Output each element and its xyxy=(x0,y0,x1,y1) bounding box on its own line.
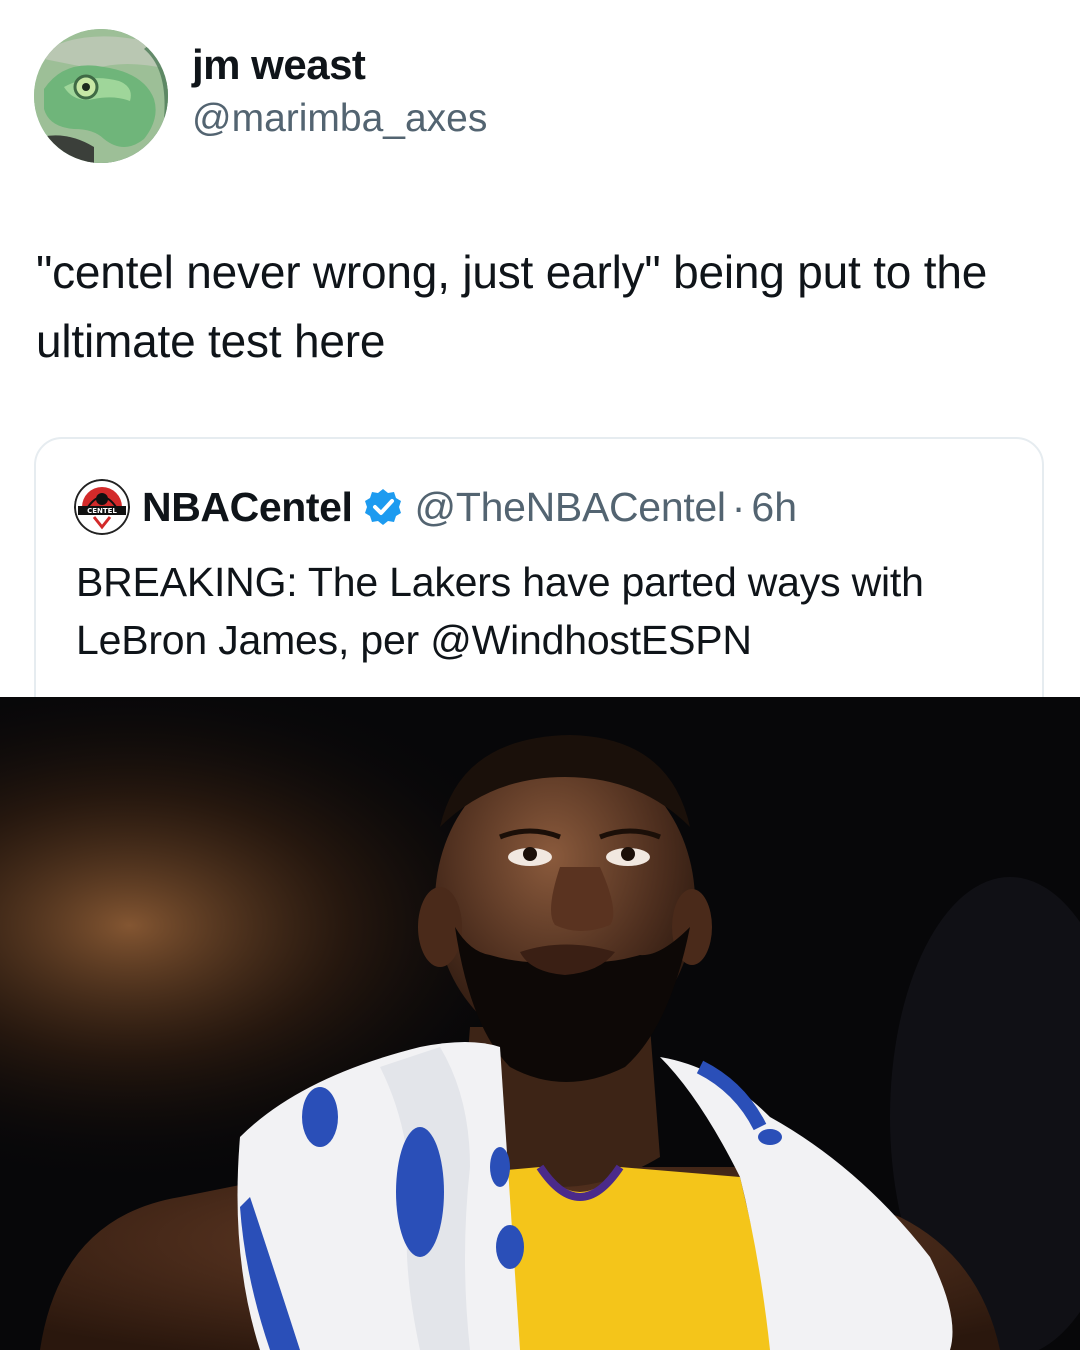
player-photo[interactable] xyxy=(0,697,1080,1350)
author-handle[interactable]: @marimba_axes xyxy=(192,95,487,143)
tweet-text: "centel never wrong, just early" being p… xyxy=(36,246,988,367)
verified-badge-icon xyxy=(364,489,401,525)
quoted-timestamp[interactable]: 6h xyxy=(751,484,797,531)
player-photo-illustration xyxy=(0,697,1080,1350)
author-avatar[interactable] xyxy=(34,29,168,163)
centel-logo-text: CENTEL xyxy=(87,507,117,515)
quoted-display-name[interactable]: NBACentel xyxy=(142,484,353,531)
quoted-tweet-text: BREAKING: The Lakers have parted ways wi… xyxy=(76,559,924,663)
author-display-name[interactable]: jm weast xyxy=(192,41,487,89)
chameleon-avatar-icon xyxy=(34,29,168,163)
separator-dot: · xyxy=(731,483,746,530)
centel-logo-icon[interactable]: CENTEL xyxy=(74,479,130,535)
quoted-tweet-header: CENTEL NBACentel @TheNBACentel · 6h xyxy=(74,479,797,535)
quoted-handle[interactable]: @TheNBACentel xyxy=(415,484,727,531)
quoted-tweet-card[interactable]: CENTEL NBACentel @TheNBACentel · 6h BREA… xyxy=(34,437,1044,737)
tweet-header: jm weast @marimba_axes xyxy=(34,26,487,166)
